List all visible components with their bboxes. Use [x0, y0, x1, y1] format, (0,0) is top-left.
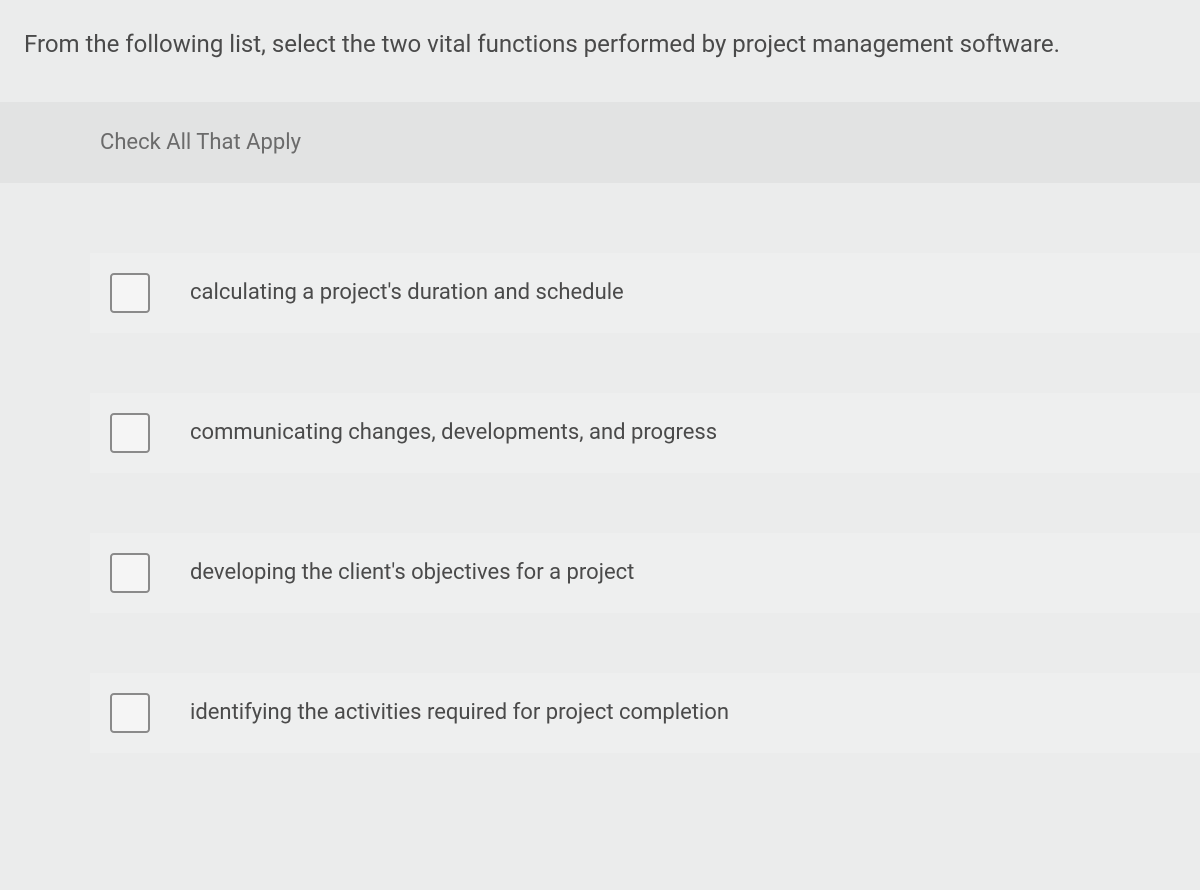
- question-container: From the following list, select the two …: [0, 0, 1200, 890]
- checkbox-option-3[interactable]: [110, 553, 150, 593]
- option-row[interactable]: identifying the activities required for …: [90, 673, 1200, 753]
- checkbox-option-1[interactable]: [110, 273, 150, 313]
- option-row[interactable]: communicating changes, developments, and…: [90, 393, 1200, 473]
- option-row[interactable]: calculating a project's duration and sch…: [90, 253, 1200, 333]
- options-list: calculating a project's duration and sch…: [0, 253, 1200, 753]
- option-label: communicating changes, developments, and…: [190, 420, 717, 445]
- option-row[interactable]: developing the client's objectives for a…: [90, 533, 1200, 613]
- checkbox-option-2[interactable]: [110, 413, 150, 453]
- question-prompt: From the following list, select the two …: [0, 0, 1200, 102]
- option-label: identifying the activities required for …: [190, 700, 729, 725]
- checkbox-option-4[interactable]: [110, 693, 150, 733]
- instruction-label: Check All That Apply: [0, 102, 1200, 183]
- option-label: calculating a project's duration and sch…: [190, 280, 624, 305]
- option-label: developing the client's objectives for a…: [190, 560, 634, 585]
